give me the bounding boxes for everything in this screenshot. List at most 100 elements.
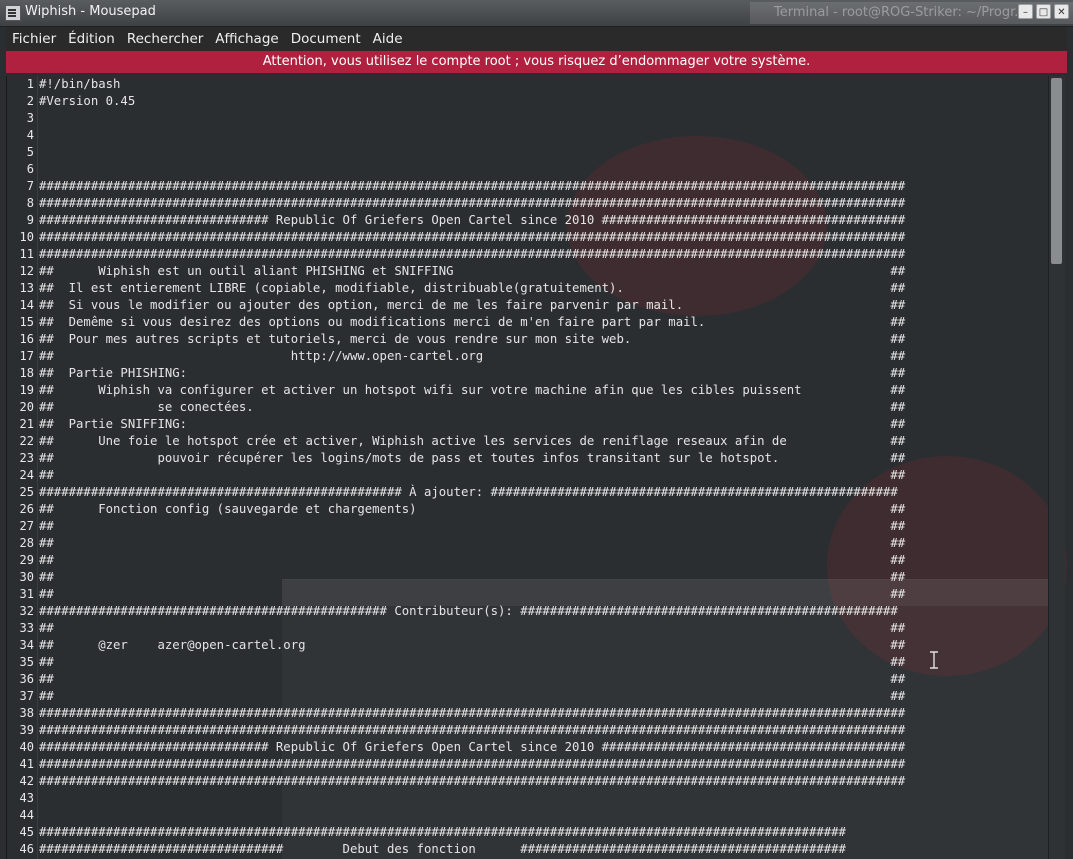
maximize-icon[interactable]: □	[1036, 4, 1051, 19]
code-line[interactable]: ## pouvoir récupérer les logins/mots de …	[39, 450, 1049, 467]
line-number: 33	[19, 621, 34, 635]
code-line[interactable]: ########################################…	[39, 824, 1049, 841]
line-number-gutter: 1 2 3 4 5 6 7 8 9 10 11 12 13 14 15 16 17 18 19 20 21 22 23 24 2…	[7, 76, 38, 859]
code-line[interactable]	[39, 127, 1049, 144]
code-line[interactable]: ## @zer azer@open-cartel.org ##	[39, 637, 1049, 654]
code-line[interactable]: ################################# Debut …	[39, 841, 1049, 858]
code-line[interactable]: ########################################…	[39, 195, 1049, 212]
line-number: 30	[19, 570, 34, 584]
line-number: 16	[19, 332, 34, 346]
code-line[interactable]: ## ##	[39, 654, 1049, 671]
line-number: 32	[19, 604, 34, 618]
code-line[interactable]: ########################################…	[39, 229, 1049, 246]
line-number: 2	[26, 94, 34, 108]
line-number: 12	[19, 264, 34, 278]
code-line[interactable]: ########################################…	[39, 178, 1049, 195]
code-line[interactable]: ## ##	[39, 586, 1049, 603]
title-bar[interactable]: Wiphish - Mousepad Terminal - root@ROG-S…	[0, 0, 1073, 27]
menu-affichage[interactable]: Affichage	[209, 27, 284, 51]
code-line[interactable]: #Version 0.45	[39, 93, 1049, 110]
code-line[interactable]: ## Partie SNIFFING: ##	[39, 416, 1049, 433]
line-number: 1	[26, 77, 34, 91]
line-number: 6	[26, 162, 34, 176]
code-line[interactable]: #!/bin/bash	[39, 76, 1049, 93]
line-number: 36	[19, 672, 34, 686]
code-line[interactable]: ## Fonction config (sauvegarde et charge…	[39, 501, 1049, 518]
code-line[interactable]: ########################################…	[39, 773, 1049, 790]
code-line[interactable]: ############################### Republic…	[39, 212, 1049, 229]
code-line[interactable]: ## http://www.open-cartel.org ##	[39, 348, 1049, 365]
code-line[interactable]: ## Partie PHISHING: ##	[39, 365, 1049, 382]
line-number: 26	[19, 502, 34, 516]
code-line[interactable]	[39, 144, 1049, 161]
code-line[interactable]: ## ##	[39, 518, 1049, 535]
code-line[interactable]: ########################################…	[39, 722, 1049, 739]
menu-rechercher[interactable]: Rechercher	[121, 27, 209, 51]
code-line[interactable]: ## se conectées. ##	[39, 399, 1049, 416]
menu-edition[interactable]: Édition	[62, 27, 121, 51]
line-number: 13	[19, 281, 34, 295]
line-number: 5	[26, 145, 34, 159]
menu-aide[interactable]: Aide	[367, 27, 409, 51]
code-line[interactable]: ########################################…	[39, 705, 1049, 722]
line-number: 25	[19, 485, 34, 499]
code-line[interactable]: ############################### Republic…	[39, 739, 1049, 756]
code-line[interactable]	[39, 790, 1049, 807]
code-line[interactable]: ########################################…	[39, 756, 1049, 773]
line-number: 42	[19, 774, 34, 788]
code-line[interactable]: ## Wiphish est un outil aliant PHISHING …	[39, 263, 1049, 280]
code-line[interactable]: ## Pour mes autres scripts et tutoriels,…	[39, 331, 1049, 348]
line-number: 39	[19, 723, 34, 737]
vertical-scrollbar[interactable]	[1048, 76, 1065, 859]
root-warning-bar: Attention, vous utilisez le compte root …	[6, 51, 1067, 73]
code-line[interactable]	[39, 807, 1049, 824]
line-number: 11	[19, 247, 34, 261]
line-number: 17	[19, 349, 34, 363]
menu-document[interactable]: Document	[285, 27, 367, 51]
code-line[interactable]: ## Il est entierement LIBRE (copiable, m…	[39, 280, 1049, 297]
menu-bar: Fichier Édition Rechercher Affichage Doc…	[6, 27, 1067, 51]
line-number: 38	[19, 706, 34, 720]
code-line[interactable]: ## ##	[39, 535, 1049, 552]
code-line[interactable]: ########################################…	[39, 603, 1049, 620]
code-line[interactable]: ## Si vous le modifier ou ajouter des op…	[39, 297, 1049, 314]
code-line[interactable]: ## Wiphish va configurer et activer un h…	[39, 382, 1049, 399]
code-line[interactable]: ########################################…	[39, 246, 1049, 263]
line-number: 3	[26, 111, 34, 125]
line-number: 8	[26, 196, 34, 210]
line-number: 29	[19, 553, 34, 567]
window-controls: – □ ✕	[1018, 4, 1069, 19]
code-line[interactable]: ## ##	[39, 688, 1049, 705]
line-number: 27	[19, 519, 34, 533]
code-line[interactable]: ## ##	[39, 467, 1049, 484]
line-number: 23	[19, 451, 34, 465]
window-title: Wiphish - Mousepad	[25, 4, 156, 19]
line-number: 37	[19, 689, 34, 703]
code-line[interactable]: ## ##	[39, 671, 1049, 688]
minimize-icon[interactable]: –	[1018, 4, 1033, 19]
close-icon[interactable]: ✕	[1054, 4, 1069, 19]
code-line[interactable]: ## ##	[39, 552, 1049, 569]
line-number: 21	[19, 417, 34, 431]
menu-fichier[interactable]: Fichier	[6, 27, 62, 51]
line-number: 15	[19, 315, 34, 329]
code-area[interactable]: #!/bin/bash #Version 0.45 ################…	[39, 76, 1049, 859]
text-cursor-icon	[930, 651, 938, 669]
code-line[interactable]: ## Demême si vous desirez des options ou…	[39, 314, 1049, 331]
line-number: 46	[19, 842, 34, 856]
code-line[interactable]: ## ##	[39, 569, 1049, 586]
code-line[interactable]: ## Une foie le hotspot crée et activer, …	[39, 433, 1049, 450]
line-number: 28	[19, 536, 34, 550]
code-line[interactable]	[39, 161, 1049, 178]
code-line[interactable]: ########################################…	[39, 484, 1049, 501]
scrollbar-thumb[interactable]	[1051, 78, 1062, 264]
line-number: 34	[19, 638, 34, 652]
line-number: 31	[19, 587, 34, 601]
code-line[interactable]: ## ##	[39, 620, 1049, 637]
text-editor[interactable]: 1 2 3 4 5 6 7 8 9 10 11 12 13 14 15 16 17 18 19 20 21 22 23 24 2…	[6, 76, 1068, 859]
line-number: 10	[19, 230, 34, 244]
line-number: 14	[19, 298, 34, 312]
line-number: 41	[19, 757, 34, 771]
line-number: 18	[19, 366, 34, 380]
code-line[interactable]	[39, 110, 1049, 127]
